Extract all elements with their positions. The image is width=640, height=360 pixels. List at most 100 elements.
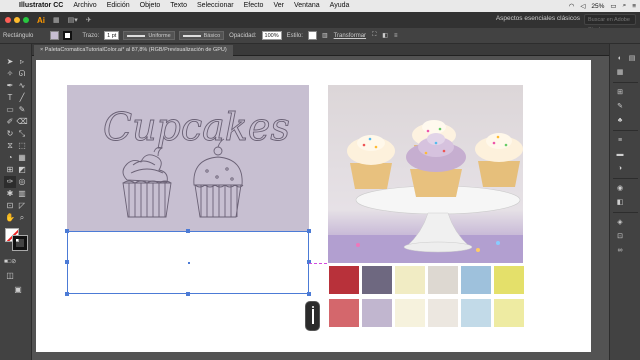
- eraser-icon[interactable]: ⌫: [16, 116, 28, 128]
- menu-efecto[interactable]: Efecto: [239, 0, 269, 12]
- fill-swatch[interactable]: [50, 31, 60, 40]
- palette-swatch-yellow[interactable]: [494, 266, 524, 294]
- menu-seleccionar[interactable]: Seleccionar: [192, 0, 239, 12]
- palette-swatch-blue[interactable]: [461, 266, 491, 294]
- workspace-switcher[interactable]: Aspectos esenciales clásicos: [496, 15, 580, 22]
- menu-illustrator[interactable]: Illustrator CC: [14, 0, 68, 12]
- document-tab[interactable]: × PaletaCromaticaTutorialColor.ai* al 87…: [34, 45, 233, 56]
- stroke-weight-field[interactable]: 1 pt: [104, 31, 120, 40]
- palette-swatch-light-blue[interactable]: [461, 299, 491, 327]
- draw-mode-icon[interactable]: ◫: [4, 270, 16, 282]
- type-tool-icon[interactable]: T: [4, 92, 16, 104]
- links-icon[interactable]: ∞: [615, 246, 625, 256]
- palette-swatch-slate[interactable]: [362, 266, 392, 294]
- zoom-window-button[interactable]: [23, 17, 29, 23]
- stroke-panel-icon[interactable]: ≡: [615, 136, 625, 146]
- zoom-icon[interactable]: ⌕: [16, 212, 28, 224]
- brushes-icon[interactable]: ✎: [615, 102, 625, 112]
- close-window-button[interactable]: [5, 17, 11, 23]
- pen-tool-icon[interactable]: ✒: [4, 80, 16, 92]
- shape-builder-icon[interactable]: ◔: [4, 152, 16, 164]
- illustration-background[interactable]: Cupcakes: [67, 85, 309, 231]
- isolate-icon[interactable]: ⛶: [372, 32, 376, 39]
- artboards-icon[interactable]: ⊡: [615, 232, 625, 242]
- menu-archivo[interactable]: Archivo: [68, 0, 101, 12]
- perspective-grid-icon[interactable]: ▦: [16, 152, 28, 164]
- handle-top-left[interactable]: [65, 229, 69, 233]
- palette-swatch-light-cream[interactable]: [395, 299, 425, 327]
- handle-bottom-middle[interactable]: [186, 292, 190, 296]
- opacity-field[interactable]: 100%: [261, 31, 282, 40]
- color-panel-icon[interactable]: ◐: [615, 54, 625, 64]
- minimize-window-button[interactable]: [14, 17, 20, 23]
- palette-swatch-light-greige[interactable]: [428, 299, 458, 327]
- brush-profile-basic[interactable]: Básico: [178, 31, 225, 40]
- column-graph-icon[interactable]: ▥: [16, 188, 28, 200]
- palette-swatch-cream[interactable]: [395, 266, 425, 294]
- menu-ventana[interactable]: Ventana: [289, 0, 325, 12]
- color-mode-icon[interactable]: ■□⊘: [4, 256, 16, 268]
- align-icon[interactable]: ▥: [322, 32, 328, 39]
- arrange-documents-icon[interactable]: ▤▾: [68, 16, 78, 24]
- screen-mode-icon[interactable]: ▣: [12, 284, 24, 296]
- handle-bottom-right[interactable]: [307, 292, 311, 296]
- free-transform-icon[interactable]: ⬚: [16, 140, 28, 152]
- battery-icon[interactable]: ▭: [610, 2, 616, 10]
- eyedropper-icon[interactable]: ✑: [4, 176, 16, 188]
- stroke-swatch[interactable]: [63, 31, 73, 40]
- direct-selection-icon[interactable]: ▹: [16, 56, 28, 68]
- fill-stroke-icon[interactable]: [5, 228, 28, 251]
- stock-search-input[interactable]: Buscar en Adobe Stock: [584, 14, 636, 33]
- menu-ver[interactable]: Ver: [268, 0, 289, 12]
- line-segment-icon[interactable]: ╱: [16, 92, 28, 104]
- spotlight-icon[interactable]: ⌕: [623, 2, 627, 10]
- stroke-box[interactable]: [12, 235, 28, 251]
- transform-link[interactable]: Transformar: [334, 33, 366, 39]
- swatches-icon[interactable]: ⊞: [615, 88, 625, 98]
- canvas-area[interactable]: Cupcakes: [32, 56, 609, 360]
- menu-edicion[interactable]: Edición: [102, 0, 135, 12]
- gradient-panel-icon[interactable]: ▬: [615, 150, 625, 160]
- lasso-icon[interactable]: ᘏ: [16, 68, 28, 80]
- layers-icon[interactable]: ◈: [615, 218, 625, 228]
- width-tool-icon[interactable]: ⧖: [4, 140, 16, 152]
- curvature-icon[interactable]: ∿: [16, 80, 28, 92]
- rotate-icon[interactable]: ↻: [4, 128, 16, 140]
- symbols-icon[interactable]: ♣: [615, 116, 625, 126]
- handle-left-middle[interactable]: [65, 260, 69, 264]
- handle-top-right[interactable]: [307, 229, 311, 233]
- library-icon[interactable]: ▦: [53, 16, 60, 24]
- palette-swatch-lavender[interactable]: [362, 299, 392, 327]
- handle-bottom-left[interactable]: [65, 292, 69, 296]
- symbol-sprayer-icon[interactable]: ✱: [4, 188, 16, 200]
- shaper-icon[interactable]: ✐: [4, 116, 16, 128]
- control-menu-icon[interactable]: ≡: [394, 33, 398, 39]
- gradient-icon[interactable]: ◩: [16, 164, 28, 176]
- hand-icon[interactable]: ✋: [4, 212, 16, 224]
- palette-swatch-greige[interactable]: [428, 266, 458, 294]
- transparency-icon[interactable]: ◑: [615, 164, 625, 174]
- graphic-style-swatch[interactable]: [307, 31, 317, 40]
- stroke-profile-uniform[interactable]: Uniforme: [123, 31, 175, 40]
- menu-list-icon[interactable]: ≡: [632, 3, 636, 10]
- graphic-styles-icon[interactable]: ◧: [615, 198, 625, 208]
- menu-ayuda[interactable]: Ayuda: [325, 0, 355, 12]
- rectangle-tool-icon[interactable]: ▭: [4, 104, 16, 116]
- selection-arrow-icon[interactable]: ➤: [4, 56, 16, 68]
- scale-icon[interactable]: ⤡: [16, 128, 28, 140]
- arrange-icon[interactable]: ◧: [382, 32, 388, 39]
- volume-icon[interactable]: ◁: [580, 2, 585, 10]
- palette-swatch-light-yellow[interactable]: [494, 299, 524, 327]
- wifi-icon[interactable]: ◠: [569, 2, 575, 10]
- properties-icon[interactable]: ▤: [627, 54, 637, 64]
- slice-icon[interactable]: ◸: [16, 200, 28, 212]
- gpu-icon[interactable]: ✈: [86, 16, 92, 24]
- menu-texto[interactable]: Texto: [165, 0, 192, 12]
- paintbrush-icon[interactable]: ✎: [16, 104, 28, 116]
- artboard-tool-icon[interactable]: ⊡: [4, 200, 16, 212]
- magic-wand-icon[interactable]: ✧: [4, 68, 16, 80]
- color-guide-icon[interactable]: ▦: [615, 68, 625, 78]
- appearance-icon[interactable]: ◉: [615, 184, 625, 194]
- palette-swatch-red[interactable]: [329, 266, 359, 294]
- selected-rectangle[interactable]: [65, 229, 311, 296]
